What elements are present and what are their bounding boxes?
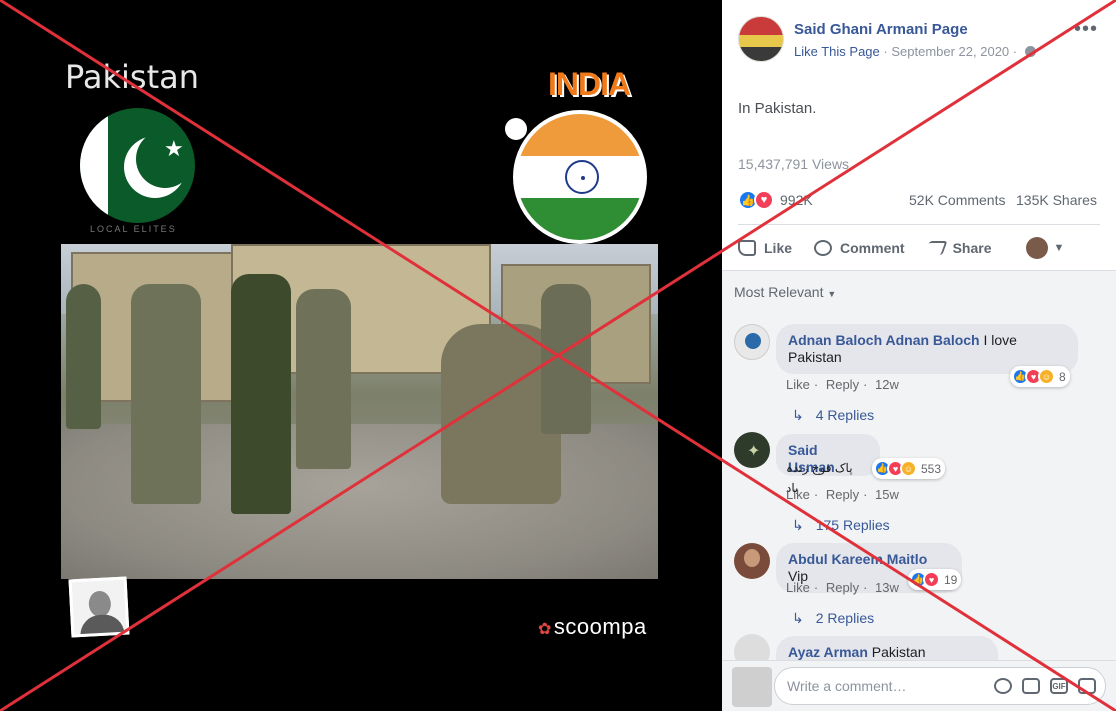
commenter-avatar[interactable]: [734, 543, 770, 579]
reply-arrow-icon: ↳: [792, 517, 804, 533]
comments-count-link[interactable]: 52K Comments: [909, 192, 1005, 208]
comment-actions: Like · Reply · 15w: [786, 487, 899, 502]
reaction-count: 992K: [780, 192, 813, 208]
comment-reaction-summary[interactable]: 👍 ♥ ☺ 8: [1010, 366, 1070, 387]
camera-icon[interactable]: [1022, 678, 1040, 694]
comment-reaction-summary[interactable]: 👍 ♥ 19: [908, 569, 962, 590]
chevron-down-icon: ▼: [827, 289, 837, 299]
like-icon: [738, 240, 756, 256]
pk-caption: LOCAL ELITES: [90, 224, 177, 234]
comment-time[interactable]: 13w: [875, 580, 899, 595]
page-name-link[interactable]: Said Ghani Armani Page: [794, 21, 968, 38]
commenter-name-link[interactable]: Adnan Baloch Adnan Baloch: [788, 332, 980, 348]
comment-actions: Like · Reply · 13w: [786, 580, 899, 595]
share-icon: [924, 241, 948, 255]
post-media-image[interactable]: Pakistan ★ LOCAL ELITES INDIA ✿scoompa: [0, 0, 722, 711]
comment-button[interactable]: Comment: [814, 240, 905, 256]
comment-text: پاک فوج زندہ باد: [786, 461, 853, 495]
view-replies-link[interactable]: ↳ 4 Replies: [792, 407, 874, 424]
comment-actions: Like · Reply · 12w: [786, 377, 899, 392]
facebook-post-panel: Said Ghani Armani Page Like This Page · …: [722, 0, 1116, 711]
creator-avatar: [68, 576, 130, 638]
replies-label: 4 Replies: [815, 407, 875, 423]
soldier: [231, 274, 291, 514]
watermark-text: scoompa: [553, 614, 647, 639]
emoji-icon[interactable]: [994, 678, 1012, 694]
soldier: [131, 284, 201, 504]
pakistan-flag-icon: [80, 108, 195, 223]
viewer-avatar[interactable]: [1025, 237, 1048, 259]
india-logo: INDIA: [548, 66, 631, 102]
scoompa-watermark: ✿scoompa: [538, 614, 647, 640]
share-button[interactable]: Share: [924, 240, 992, 256]
comment-sort-dropdown[interactable]: Most Relevant ▼: [734, 284, 836, 300]
comment-tools: GIF: [994, 678, 1096, 694]
comment-reaction-count: 553: [921, 461, 942, 476]
soldier: [296, 289, 351, 469]
post-meta: Like This Page · September 22, 2020 ·: [794, 44, 1036, 59]
media-title: Pakistan: [65, 58, 199, 96]
scoompa-logo-icon: ✿: [538, 621, 552, 638]
screenshot-root: Pakistan ★ LOCAL ELITES INDIA ✿scoompa S…: [0, 0, 1116, 711]
like-label: Like: [764, 240, 793, 256]
like-page-link[interactable]: Like This Page: [794, 44, 880, 59]
comment-like-link[interactable]: Like: [786, 377, 810, 392]
commenter-avatar[interactable]: ✦: [734, 432, 770, 468]
replies-label: 2 Replies: [815, 610, 875, 626]
share-label: Share: [952, 240, 992, 256]
sticker-icon[interactable]: [1078, 678, 1096, 694]
chevron-down-icon[interactable]: ▼: [1054, 242, 1065, 254]
commenter-avatar[interactable]: [734, 324, 770, 360]
reply-arrow-icon: ↳: [792, 407, 804, 423]
haha-reaction-icon: ☺: [1038, 368, 1055, 385]
comment-reply-link[interactable]: Reply: [826, 377, 859, 392]
comment-time[interactable]: 12w: [875, 377, 899, 392]
comment-like-link[interactable]: Like: [786, 487, 810, 502]
like-button[interactable]: Like: [738, 240, 792, 256]
comment-time[interactable]: 15w: [875, 487, 899, 502]
view-replies-link[interactable]: ↳ 2 Replies: [792, 610, 874, 627]
shares-count-link[interactable]: 135K Shares: [1016, 192, 1097, 208]
comment-icon: [814, 240, 833, 256]
commenter-name-link[interactable]: Abdul Kareem Maitlo: [788, 551, 927, 567]
comment-placeholder: Write a comment…: [787, 678, 907, 694]
comment-reaction-count: 19: [944, 572, 958, 587]
post-date[interactable]: September 22, 2020: [891, 44, 1009, 59]
video-frame[interactable]: [61, 244, 658, 579]
reply-arrow-icon: ↳: [792, 610, 804, 626]
globe-icon: [1024, 46, 1036, 57]
viewer-avatar: [732, 667, 772, 707]
star-icon: ★: [164, 136, 184, 161]
page-avatar[interactable]: [738, 16, 784, 62]
love-reaction-icon: ♥: [754, 190, 774, 210]
more-options-icon[interactable]: •••: [1074, 18, 1098, 41]
comment-like-link[interactable]: Like: [786, 580, 810, 595]
post-text: In Pakistan.: [738, 100, 817, 117]
comment-reaction-count: 8: [1059, 369, 1066, 384]
love-reaction-icon: ♥: [923, 571, 940, 588]
write-comment-bar: Write a comment… GIF: [722, 660, 1116, 711]
comment-reply-link[interactable]: Reply: [826, 580, 859, 595]
india-flag-icon: [513, 110, 647, 244]
comment-reply-link[interactable]: Reply: [826, 487, 859, 502]
soldier: [541, 284, 591, 434]
gif-icon[interactable]: GIF: [1050, 678, 1068, 694]
comment-reaction-summary[interactable]: 👍 ♥ ☺ 553: [872, 458, 946, 479]
sort-label: Most Relevant: [734, 284, 824, 300]
comment-label: Comment: [840, 240, 905, 256]
post-action-bar: Like Comment Share ▼: [738, 230, 1100, 266]
haha-reaction-icon: ☺: [900, 460, 917, 477]
reaction-summary[interactable]: 👍 ♥ 992K: [738, 190, 813, 210]
soldier: [66, 284, 101, 429]
divider: [738, 224, 1100, 225]
replies-label: 175 Replies: [815, 517, 890, 533]
view-count: 15,437,791 Views: [738, 156, 850, 172]
view-replies-link[interactable]: ↳ 175 Replies: [792, 517, 890, 534]
commenter-name-link[interactable]: Ayaz Arman: [788, 644, 868, 660]
